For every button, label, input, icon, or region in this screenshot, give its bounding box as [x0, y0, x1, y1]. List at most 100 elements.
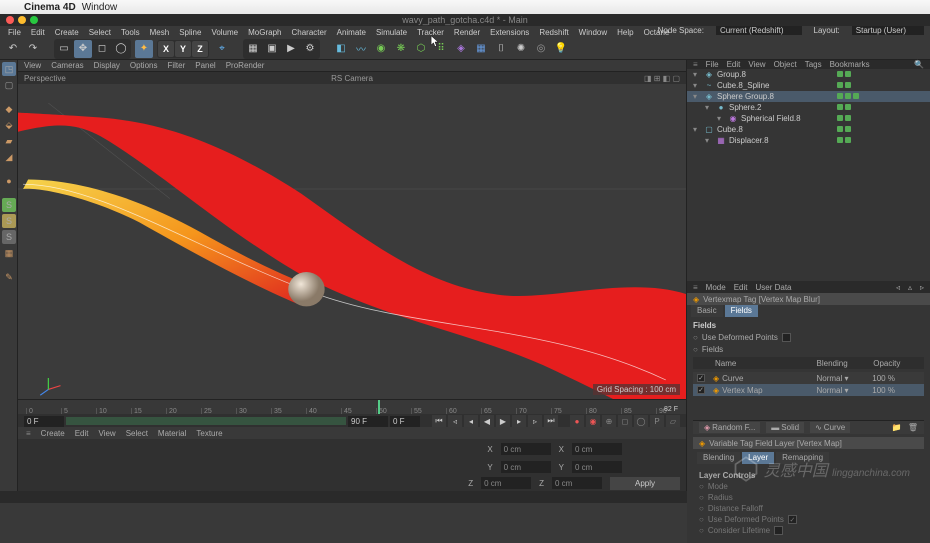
axis-y-toggle[interactable]: Y — [175, 41, 191, 57]
om-file[interactable]: File — [706, 60, 719, 69]
coord-system-toggle[interactable]: ⌖ — [213, 40, 231, 58]
key-rot-button[interactable]: ◯ — [634, 415, 648, 427]
viewport-camera[interactable]: RS Camera — [331, 74, 373, 83]
key-pos-button[interactable]: ⊕ — [602, 415, 616, 427]
mat-menu-texture[interactable]: Texture — [196, 429, 222, 438]
menu-mesh[interactable]: Mesh — [150, 28, 170, 37]
om-view[interactable]: View — [748, 60, 765, 69]
vp-menu-prorender[interactable]: ProRender — [226, 61, 265, 70]
playhead[interactable] — [378, 400, 380, 414]
menu-window[interactable]: Window — [579, 28, 607, 37]
timeline-range[interactable] — [66, 417, 346, 425]
apply-button[interactable]: Apply — [610, 477, 680, 490]
timeline-ruler[interactable]: 05101520253035404550556065707580859082 F — [18, 400, 686, 414]
light-2[interactable]: 💡 — [552, 40, 570, 58]
folder-icon[interactable]: 📁 — [892, 423, 902, 432]
delete-icon[interactable]: 🗑 — [908, 423, 918, 432]
last-tool[interactable]: ✦ — [135, 40, 153, 58]
menu-mograph[interactable]: MoGraph — [248, 28, 281, 37]
play-button[interactable]: ▶ — [496, 415, 510, 427]
menu-character[interactable]: Character — [291, 28, 326, 37]
tree-item[interactable]: ▾◈Group.8 — [687, 69, 930, 80]
field-primitive[interactable]: ⠿ — [432, 40, 450, 58]
scale-tool[interactable]: ◻ — [93, 40, 111, 58]
om-search-icon[interactable]: 🔍 — [914, 60, 924, 69]
am-edit[interactable]: Edit — [734, 283, 748, 292]
mac-app-name[interactable]: Cinema 4D — [24, 2, 76, 13]
move-tool[interactable]: ✥ — [74, 40, 92, 58]
vp-menu-display[interactable]: Display — [94, 61, 120, 70]
menu-create[interactable]: Create — [55, 28, 79, 37]
mat-menu-view[interactable]: View — [98, 429, 115, 438]
object-tree[interactable]: ▾◈Group.8▾~Cube.8_Spline▾◈Sphere Group.8… — [687, 69, 930, 281]
om-object[interactable]: Object — [774, 60, 797, 69]
subtab-blending[interactable]: Blending — [697, 452, 740, 464]
tweak-mode[interactable]: ✎ — [2, 270, 16, 284]
layout-dropdown[interactable]: Startup (User) — [852, 26, 924, 35]
edge-mode[interactable]: ▰ — [2, 134, 16, 148]
menu-spline[interactable]: Spline — [179, 28, 201, 37]
menu-tools[interactable]: Tools — [121, 28, 140, 37]
timeline-end-input[interactable]: 90 F — [348, 416, 388, 427]
generator-primitive[interactable]: ◉ — [372, 40, 390, 58]
menu-redshift[interactable]: Redshift — [539, 28, 568, 37]
menu-render[interactable]: Render — [454, 28, 480, 37]
render-view-button[interactable]: ▦ — [244, 40, 262, 58]
menu-select[interactable]: Select — [89, 28, 111, 37]
prev-key-button[interactable]: ◃ — [448, 415, 462, 427]
viewport-solo[interactable]: ● — [2, 174, 16, 188]
rotate-tool[interactable]: ◯ — [112, 40, 130, 58]
menu-tracker[interactable]: Tracker — [417, 28, 444, 37]
am-nav-fwd[interactable]: ▹ — [920, 283, 924, 292]
environment-primitive[interactable]: ▦ — [472, 40, 490, 58]
menu-file[interactable]: File — [8, 28, 21, 37]
am-mode[interactable]: Mode — [706, 283, 726, 292]
mat-menu-create[interactable]: Create — [41, 429, 65, 438]
camera-primitive[interactable]: ⌷ — [492, 40, 510, 58]
autokey-button[interactable]: ◉ — [586, 415, 600, 427]
am-userdata[interactable]: User Data — [755, 283, 791, 292]
coord-y-size[interactable]: 0 cm — [572, 461, 622, 473]
goto-end-button[interactable]: ⏭ — [544, 415, 558, 427]
am-nav-back[interactable]: ◃ — [896, 283, 900, 292]
timeline-current-input[interactable]: 0 F — [390, 416, 420, 427]
om-bookmarks[interactable]: Bookmarks — [830, 60, 870, 69]
vp-menu-view[interactable]: View — [24, 61, 41, 70]
menu-edit[interactable]: Edit — [31, 28, 45, 37]
coord-z-size[interactable]: 0 cm — [552, 477, 602, 489]
mograph-primitive[interactable]: ⬡ — [412, 40, 430, 58]
viewport-icons[interactable]: ◨ ⊞ ◧ ▢ — [644, 74, 680, 83]
maximize-window-icon[interactable] — [30, 16, 38, 24]
use-deformed-checkbox[interactable] — [782, 333, 791, 342]
3d-viewport[interactable]: Grid Spacing : 100 cm — [18, 84, 686, 399]
vp-menu-panel[interactable]: Panel — [195, 61, 215, 70]
node-space-dropdown[interactable]: Current (Redshift) — [716, 26, 802, 35]
next-key-button[interactable]: ▹ — [528, 415, 542, 427]
model-mode[interactable]: ◳ — [2, 62, 16, 76]
undo-button[interactable]: ↶ — [4, 40, 22, 58]
axis-z-toggle[interactable]: Z — [192, 41, 208, 57]
tab-basic[interactable]: Basic — [691, 305, 723, 317]
lc-lifetime-chk[interactable] — [774, 526, 783, 535]
cube-primitive[interactable]: ◧ — [332, 40, 350, 58]
tree-item[interactable]: ▾~Cube.8_Spline — [687, 80, 930, 91]
tag-primitive[interactable]: ◎ — [532, 40, 550, 58]
vp-menu-options[interactable]: Options — [130, 61, 158, 70]
tab-fields[interactable]: Fields — [725, 305, 758, 317]
minimize-window-icon[interactable] — [18, 16, 26, 24]
texture-mode[interactable]: ◆ — [2, 102, 16, 116]
snap-toggle[interactable]: S — [2, 198, 16, 212]
field-list-row[interactable]: ✓ ◈Curve Normal ▾ 100 % — [693, 372, 924, 384]
om-edit[interactable]: Edit — [727, 60, 741, 69]
snap-3[interactable]: S — [2, 230, 16, 244]
render-queue-button[interactable]: ⚙ — [301, 40, 319, 58]
record-button[interactable]: ● — [570, 415, 584, 427]
solid-layer-button[interactable]: ▬Solid — [766, 422, 804, 433]
tree-item[interactable]: ▾◈Sphere Group.8 — [687, 91, 930, 102]
snap-2[interactable]: S — [2, 214, 16, 228]
mat-menu-edit[interactable]: Edit — [75, 429, 89, 438]
menu-simulate[interactable]: Simulate — [376, 28, 407, 37]
menu-extensions[interactable]: Extensions — [490, 28, 529, 37]
next-frame-button[interactable]: ▸ — [512, 415, 526, 427]
coord-z-pos[interactable]: 0 cm — [481, 477, 531, 489]
